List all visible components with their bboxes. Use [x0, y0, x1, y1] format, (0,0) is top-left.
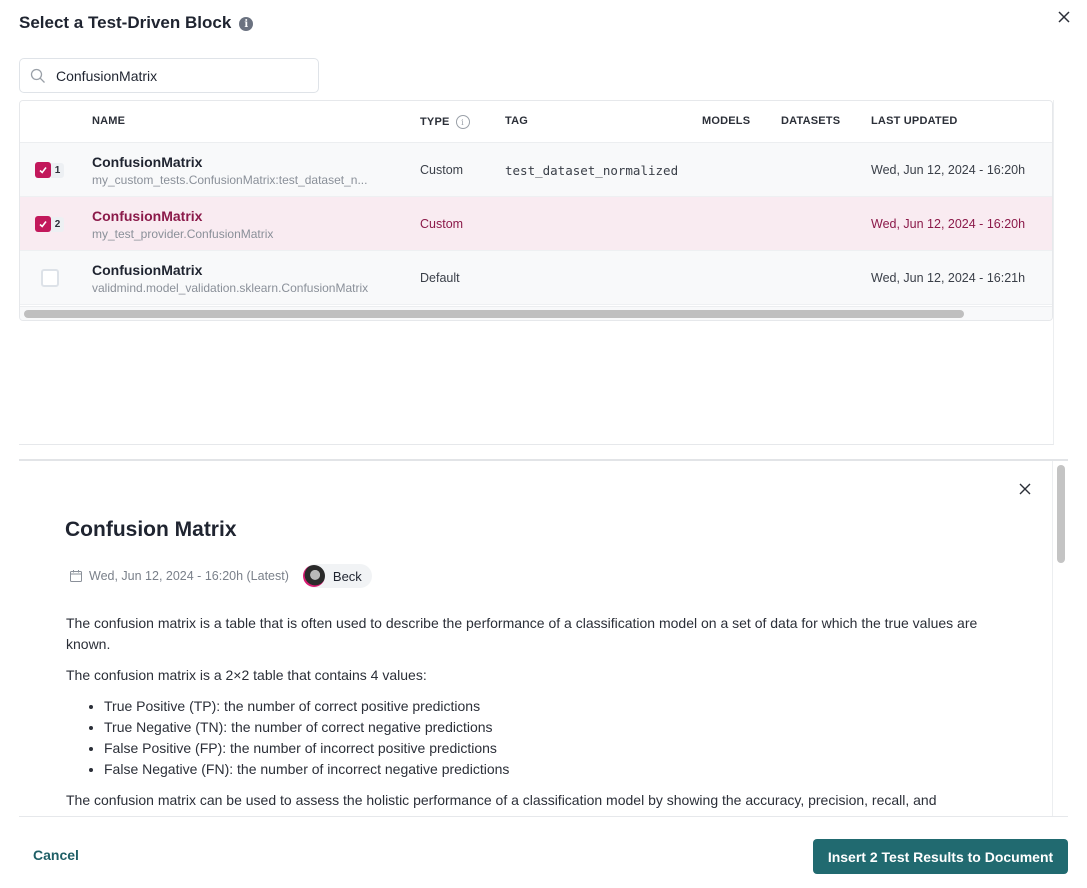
info-icon[interactable]: i [455, 115, 470, 129]
horizontal-scrollbar[interactable] [20, 306, 1052, 320]
modal-title: Select a Test-Driven Block i [19, 13, 254, 33]
checkmark-icon [39, 167, 47, 174]
search-input[interactable] [56, 67, 296, 84]
cancel-button[interactable]: Cancel [33, 847, 79, 863]
row-last-updated: Wed, Jun 12, 2024 - 16:20h [871, 163, 1026, 177]
column-header-type[interactable]: TYPE i [420, 115, 470, 129]
table-row[interactable]: 2 ConfusionMatrix my_test_provider.Confu… [20, 197, 1052, 251]
test-table: NAME TYPE i TAG MODELS DATASETS LAST UPD… [19, 100, 1053, 321]
checkmark-icon [39, 221, 47, 228]
insert-results-button[interactable]: Insert 2 Test Results to Document [813, 839, 1068, 874]
vertical-scrollbar[interactable] [1052, 461, 1068, 816]
row-type: Custom [420, 217, 464, 231]
row-tag: test_dataset_normalized [505, 163, 679, 178]
search-icon [30, 68, 45, 83]
detail-description: The confusion matrix is a table that is … [66, 613, 1006, 816]
row-last-updated: Wed, Jun 12, 2024 - 16:21h [871, 271, 1026, 285]
column-header-datasets[interactable]: DATASETS [781, 115, 840, 127]
avatar [302, 565, 325, 587]
row-path: my_custom_tests.ConfusionMatrix:test_dat… [92, 173, 368, 187]
table-header: NAME TYPE i TAG MODELS DATASETS LAST UPD… [20, 101, 1052, 143]
table-row[interactable]: ConfusionMatrix validmind.model_validati… [20, 251, 1052, 305]
column-header-last-updated[interactable]: LAST UPDATED [871, 115, 958, 127]
row-checkbox[interactable] [35, 216, 51, 232]
detail-meta: Wed, Jun 12, 2024 - 16:20h (Latest) Beck [69, 564, 372, 588]
row-name: ConfusionMatrix [92, 208, 203, 224]
row-name: ConfusionMatrix [92, 262, 203, 278]
search-field[interactable] [19, 58, 319, 93]
row-type: Custom [420, 163, 464, 177]
row-checkbox[interactable] [35, 162, 51, 178]
column-header-name[interactable]: NAME [92, 115, 125, 127]
detail-title: Confusion Matrix [65, 518, 237, 541]
info-icon[interactable]: i [239, 17, 254, 31]
row-type: Default [420, 271, 460, 285]
close-icon[interactable] [1017, 481, 1033, 497]
description-list-item: False Negative (FN): the number of incor… [104, 759, 1006, 780]
selection-order-badge: 2 [51, 217, 64, 232]
user-chip: Beck [302, 564, 372, 588]
row-path: my_test_provider.ConfusionMatrix [92, 227, 274, 241]
row-last-updated: Wed, Jun 12, 2024 - 16:20h [871, 217, 1026, 231]
description-paragraph: The confusion matrix can be used to asse… [66, 792, 937, 808]
row-checkbox[interactable] [41, 269, 59, 287]
row-path: validmind.model_validation.sklearn.Confu… [92, 281, 369, 295]
user-name: Beck [332, 568, 362, 584]
row-name: ConfusionMatrix [92, 154, 203, 170]
description-list-item: True Positive (TP): the number of correc… [104, 696, 1006, 717]
horizontal-scrollbar-thumb[interactable] [24, 310, 964, 318]
description-list: True Positive (TP): the number of correc… [104, 696, 1006, 780]
test-detail-panel: Confusion Matrix Wed, Jun 12, 2024 - 16:… [19, 459, 1068, 817]
description-list-item: True Negative (TN): the number of correc… [104, 717, 1006, 738]
selection-order-badge: 1 [51, 163, 64, 178]
calendar-icon [70, 570, 82, 582]
column-header-tag[interactable]: TAG [505, 115, 528, 127]
close-icon[interactable] [1055, 8, 1073, 26]
modal-title-text: Select a Test-Driven Block [19, 13, 232, 32]
description-paragraph: The confusion matrix is a table that is … [66, 615, 978, 652]
description-paragraph: The confusion matrix is a 2×2 table that… [66, 667, 427, 683]
detail-date: Wed, Jun 12, 2024 - 16:20h (Latest) [89, 569, 289, 583]
table-row[interactable]: 1 ConfusionMatrix my_custom_tests.Confus… [20, 143, 1052, 197]
vertical-scrollbar-thumb[interactable] [1057, 465, 1065, 563]
description-list-item: False Positive (FP): the number of incor… [104, 738, 1006, 759]
test-list-area: NAME TYPE i TAG MODELS DATASETS LAST UPD… [19, 100, 1054, 445]
column-header-models[interactable]: MODELS [702, 115, 750, 127]
